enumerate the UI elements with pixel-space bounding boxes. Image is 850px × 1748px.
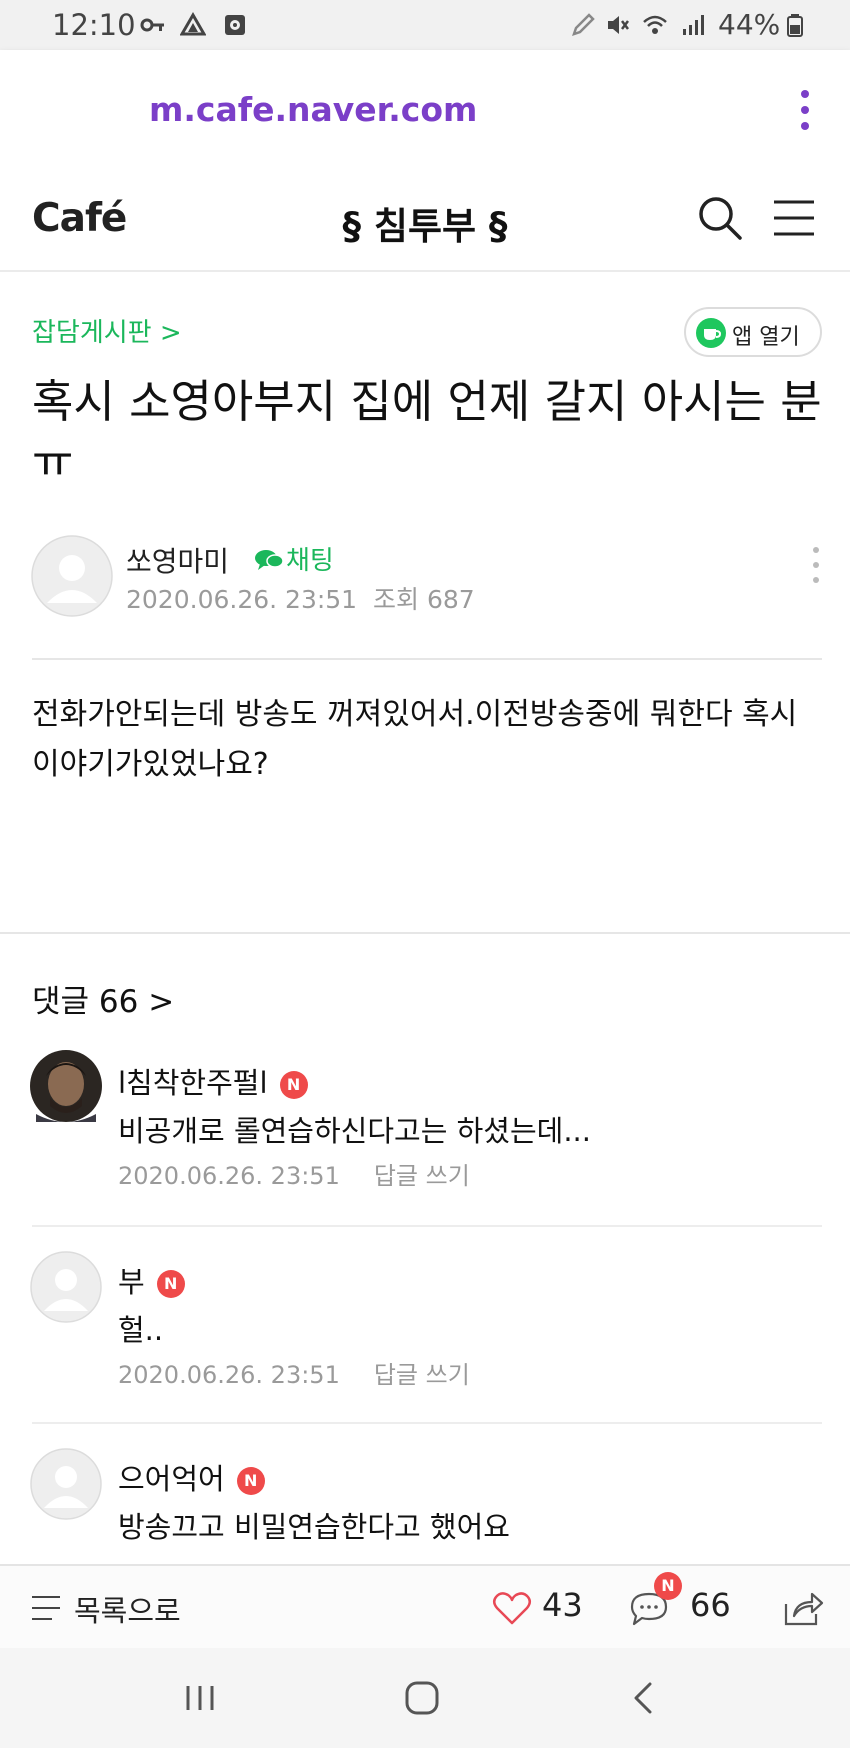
comment-date: 2020.06.26. 23:51 [118,1361,340,1389]
pen-icon [572,13,595,36]
commenter-name[interactable]: l침착한주펄l N [118,1060,308,1102]
divider [32,658,822,660]
cafe-app-icon [696,318,726,348]
comment-item: 으어억어 N 방송끄고 비밀연습한다고 했어요 [0,1448,850,1558]
wifi-icon [643,15,667,34]
comment-text: 헐.. [118,1313,164,1347]
back-to-list-button[interactable]: 목록으로 [74,1588,181,1630]
commenter-avatar[interactable] [30,1251,102,1323]
status-time: 12:10 [52,8,136,42]
share-icon[interactable] [782,1588,824,1628]
navigation-icon [180,12,206,36]
hamburger-menu-icon[interactable] [772,198,816,238]
key-icon [140,18,164,32]
chat-label: 채팅 [286,546,334,576]
reply-button[interactable]: 답글 쓰기 [374,1162,470,1190]
battery-icon [787,14,803,37]
search-icon[interactable] [696,194,744,242]
comment-item: 부N 헐.. 2020.06.26. 23:51 답글 쓰기 [0,1251,850,1431]
comment-divider [32,1422,822,1424]
commenter-name-text: l침착한주펄l [118,1066,268,1100]
comment-text: 비공개로 롤연습하신다고는 하셨는데... [118,1114,591,1148]
new-comment-badge: N [654,1572,682,1600]
reply-button[interactable]: 답글 쓰기 [374,1361,470,1389]
comment-divider [32,1225,822,1227]
comment-meta: 2020.06.26. 23:51 답글 쓰기 [118,1355,470,1390]
home-icon[interactable] [400,1678,444,1718]
app-open-label: 앱 열기 [732,325,800,350]
heart-icon[interactable] [492,1590,532,1626]
recent-apps-icon[interactable] [178,1678,222,1718]
comment-item: l침착한주펄l N 비공개로 롤연습하신다고는 하셨는데... 2020.06.2… [0,1050,850,1230]
like-count: 43 [542,1586,583,1624]
status-bar: 12:10 44% [0,0,850,50]
commenter-avatar[interactable] [30,1050,102,1122]
comment-text: 방송끄고 비밀연습한다고 했어요 [118,1510,510,1544]
new-badge: N [156,1270,185,1298]
back-icon[interactable] [622,1678,666,1718]
post-title: 혹시 소영아부지 집에 언제 갈지 아시는 분 ㅠ [32,375,822,488]
mute-icon [608,16,629,34]
post-meta: 2020.06.26. 23:51 조회 687 [126,580,475,616]
browser-menu-icon[interactable] [795,88,815,132]
chat-bubble-icon [255,550,284,570]
battery-percent: 44% [718,8,781,41]
list-icon[interactable] [30,1592,62,1624]
app-open-button[interactable]: 앱 열기 [684,307,822,357]
more-options-icon[interactable] [808,545,824,585]
cafe-header: Café § 침투부 § [0,166,850,272]
post-date: 2020.06.26. 23:51 [126,585,358,614]
comment-meta: 2020.06.26. 23:51 답글 쓰기 [118,1156,470,1191]
url-text[interactable]: m.cafe.naver.com [149,90,477,129]
new-badge: N [279,1071,308,1099]
new-badge: N [236,1467,265,1495]
commenter-avatar[interactable] [30,1448,102,1520]
system-navigation-bar [0,1648,850,1748]
comment-count: 66 [690,1586,731,1624]
author-avatar[interactable] [31,535,113,617]
signal-icon [683,15,704,35]
browser-url-bar[interactable]: m.cafe.naver.com [0,50,850,166]
post-body: 전화가안되는데 방송도 꺼져있어서.이전방송중에 뭐한다 혹시 이야기가있었나요… [32,697,798,782]
commenter-name-text: 으어억어 [118,1462,225,1496]
board-link[interactable]: 잡담게시판 > [32,312,182,349]
screen-record-icon [225,15,245,35]
post-views: 조회 687 [373,585,475,614]
bottom-action-bar: 목록으로 43 N 66 [0,1564,850,1648]
section-divider [0,932,850,934]
comment-date: 2020.06.26. 23:51 [118,1162,340,1190]
comments-header[interactable]: 댓글 66 > [32,976,174,1021]
author-name[interactable]: 쏘영마미 [126,540,229,580]
commenter-name[interactable]: 으어억어 N [118,1456,265,1498]
chat-button[interactable]: 채팅 [254,540,334,577]
commenter-name-text: 부 [118,1265,145,1299]
commenter-name[interactable]: 부N [118,1259,185,1301]
